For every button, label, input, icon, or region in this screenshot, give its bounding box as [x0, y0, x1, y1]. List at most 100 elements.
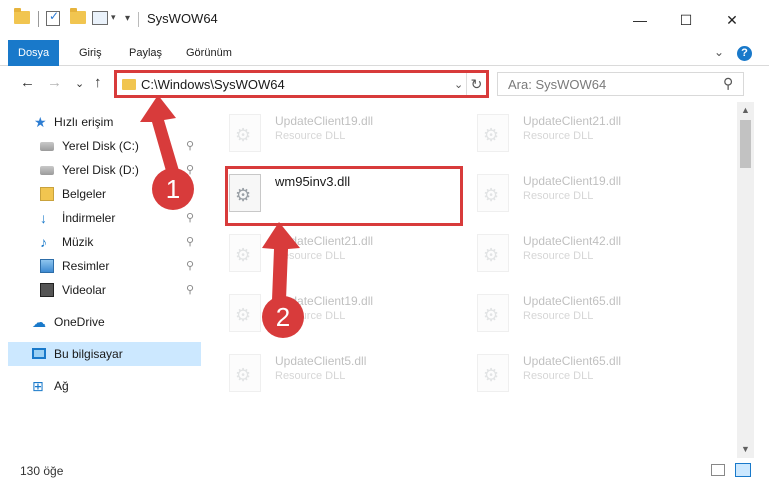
tab-share[interactable]: Paylaş — [119, 40, 172, 66]
network-icon: ⊞ — [32, 378, 44, 394]
sidebar-item-pictures[interactable]: Resimler ⚲ — [0, 254, 205, 278]
search-input[interactable]: Ara: SysWOW64 — [508, 77, 606, 92]
search-box[interactable]: Ara: SysWOW64 ⚲ — [497, 72, 744, 96]
documents-icon — [40, 187, 54, 201]
file-type: Resource DLL — [275, 130, 346, 142]
sidebar-item-network[interactable]: ⊞ Ağ — [0, 374, 205, 398]
item-count: 130 öğe — [20, 464, 64, 478]
pin-icon[interactable]: ⚲ — [186, 235, 194, 248]
file-item[interactable]: UpdateClient65.dll Resource DLL — [477, 348, 707, 400]
forward-button[interactable]: → — [47, 74, 62, 91]
scroll-thumb[interactable] — [740, 120, 751, 168]
file-name: UpdateClient65.dll — [523, 294, 622, 308]
large-icons-view-icon[interactable] — [735, 463, 751, 477]
details-view-icon[interactable] — [711, 464, 725, 476]
sidebar-item-label: Ağ — [54, 379, 69, 393]
file-name: UpdateClient19.dll — [275, 114, 374, 128]
file-item[interactable]: UpdateClient21.dll Resource DLL — [477, 108, 707, 160]
title-separator — [138, 12, 139, 27]
file-item[interactable]: UpdateClient42.dll Resource DLL — [477, 228, 707, 280]
file-item[interactable]: UpdateClient21.dll Resource DLL — [229, 228, 459, 280]
file-name: UpdateClient21.dll — [275, 234, 374, 248]
pin-icon[interactable]: ⚲ — [186, 139, 194, 152]
dll-file-icon — [229, 114, 261, 152]
address-bar[interactable]: C:\Windows\SysWOW64 ⌄ ↻ — [114, 70, 489, 98]
dll-file-icon — [477, 114, 509, 152]
properties-checkmark-icon[interactable] — [46, 9, 60, 26]
pin-icon[interactable]: ⚲ — [186, 259, 194, 272]
sidebar-item-label: Resimler — [62, 259, 110, 273]
sidebar-item-music[interactable]: ♪ Müzik ⚲ — [0, 230, 205, 254]
dll-file-icon — [477, 294, 509, 332]
scroll-down-icon[interactable]: ▼ — [737, 441, 754, 458]
dll-file-icon — [229, 294, 261, 332]
minimize-button[interactable]: — — [617, 6, 663, 34]
file-list: UpdateClient19.dll Resource DLL UpdateCl… — [205, 102, 737, 458]
sidebar-item-drive-c[interactable]: Yerel Disk (C:) ⚲ — [0, 134, 205, 158]
sidebar-item-label: Bu bilgisayar — [54, 347, 123, 361]
step-2-badge: 2 — [262, 296, 304, 338]
back-button[interactable]: ← — [20, 74, 35, 91]
sidebar-item-label: Belgeler — [62, 187, 107, 201]
recent-locations-button[interactable]: ⌄ — [75, 77, 84, 90]
sidebar-item-this-pc[interactable]: Bu bilgisayar — [8, 342, 201, 366]
file-name: UpdateClient42.dll — [523, 234, 622, 248]
maximize-button[interactable]: ☐ — [663, 6, 709, 34]
quick-access-star-icon: ★ — [34, 114, 47, 130]
file-name: UpdateClient19.dll — [523, 174, 622, 188]
sidebar-item-label: Videolar — [62, 283, 106, 297]
sidebar-item-label: Müzik — [62, 235, 94, 249]
music-icon: ♪ — [40, 234, 47, 250]
sidebar-item-videos[interactable]: Videolar ⚲ — [0, 278, 205, 302]
address-row: ← → ⌄ ↑ C:\Windows\SysWOW64 ⌄ ↻ Ara: Sys… — [0, 66, 769, 102]
dll-file-icon — [477, 174, 509, 212]
step-1-badge: 1 — [152, 168, 194, 210]
ribbon-tabs: Dosya Giriş Paylaş Görünüm ⌄ ? — [0, 40, 769, 66]
toolbar-dropdown-icon[interactable]: ▾ — [111, 12, 116, 23]
file-item[interactable]: UpdateClient19.dll Resource DLL — [229, 108, 459, 160]
tab-file[interactable]: Dosya — [8, 40, 60, 66]
help-icon[interactable]: ? — [737, 46, 752, 61]
file-type: Resource DLL — [275, 370, 346, 382]
address-dropdown-icon[interactable]: ⌄ — [454, 78, 463, 91]
sidebar-item-onedrive[interactable]: ☁ OneDrive — [0, 310, 205, 334]
quick-access-toolbar-icon[interactable] — [92, 11, 108, 25]
pin-icon[interactable]: ⚲ — [186, 283, 194, 296]
file-type: Resource DLL — [523, 190, 594, 202]
file-item[interactable]: UpdateClient19.dll Resource DLL — [477, 168, 707, 220]
file-type: Resource DLL — [523, 250, 594, 262]
dll-file-icon — [477, 234, 509, 272]
customize-toolbar-icon[interactable]: ▾ — [125, 13, 130, 24]
window-title: SysWOW64 — [147, 11, 218, 26]
sidebar-item-label: İndirmeler — [62, 211, 116, 225]
sidebar-item-label: Yerel Disk (C:) — [62, 139, 139, 153]
sidebar-item-quick-access[interactable]: ★ Hızlı erişim — [0, 110, 205, 134]
sidebar-item-label: Hızlı erişim — [54, 115, 114, 129]
new-folder-icon[interactable] — [70, 8, 86, 24]
address-path[interactable]: C:\Windows\SysWOW64 — [141, 77, 285, 92]
dll-file-icon — [229, 354, 261, 392]
tab-home[interactable]: Giriş — [69, 40, 112, 66]
search-icon[interactable]: ⚲ — [723, 75, 733, 92]
file-type: Resource DLL — [523, 130, 594, 142]
file-item[interactable]: UpdateClient65.dll Resource DLL — [477, 288, 707, 340]
file-item[interactable]: UpdateClient5.dll Resource DLL — [229, 348, 459, 400]
up-button[interactable]: ↑ — [94, 74, 102, 91]
refresh-icon[interactable]: ↻ — [466, 73, 486, 95]
vertical-scrollbar[interactable]: ▲ ▼ — [737, 102, 754, 458]
status-bar: 130 öğe — [0, 458, 769, 494]
file-name: UpdateClient21.dll — [523, 114, 622, 128]
title-bar: ▾ ▾ SysWOW64 — ☐ ✕ — [0, 0, 769, 40]
navigation-pane: ★ Hızlı erişim Yerel Disk (C:) ⚲ Yerel D… — [0, 102, 205, 458]
tab-view[interactable]: Görünüm — [176, 40, 242, 66]
sidebar-item-label: OneDrive — [54, 315, 105, 329]
scroll-up-icon[interactable]: ▲ — [737, 102, 754, 119]
downloads-icon: ↓ — [40, 210, 47, 226]
drive-icon — [40, 166, 54, 175]
this-pc-icon — [32, 348, 46, 359]
close-button[interactable]: ✕ — [709, 6, 755, 34]
pictures-icon — [40, 259, 54, 273]
expand-ribbon-icon[interactable]: ⌄ — [714, 45, 724, 59]
pin-icon[interactable]: ⚲ — [186, 211, 194, 224]
folder-icon — [122, 79, 136, 90]
